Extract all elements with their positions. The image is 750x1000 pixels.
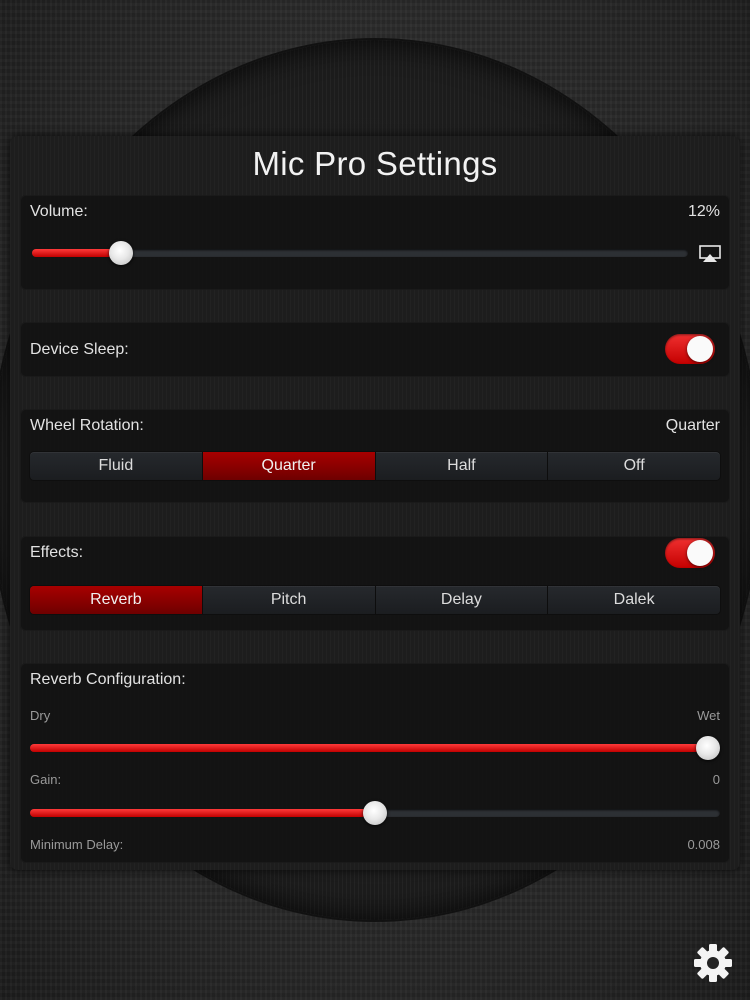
volume-label: Volume: bbox=[30, 203, 88, 220]
wheel-rotation-option-quarter[interactable]: Quarter bbox=[202, 452, 376, 480]
effects-option-dalek[interactable]: Dalek bbox=[548, 586, 720, 614]
wheel-rotation-option-off[interactable]: Off bbox=[548, 452, 720, 480]
device-sleep-toggle[interactable] bbox=[665, 334, 715, 364]
volume-card: Volume: 12% bbox=[20, 195, 730, 290]
page-title: Mic Pro Settings bbox=[252, 145, 498, 182]
volume-value: 12% bbox=[687, 203, 720, 220]
volume-slider-thumb[interactable] bbox=[108, 241, 133, 265]
wheel-rotation-label: Wheel Rotation: bbox=[30, 417, 144, 434]
wet-label: Wet bbox=[697, 708, 720, 723]
device-sleep-label: Device Sleep: bbox=[30, 341, 129, 358]
wheel-rotation-card: Wheel Rotation: Quarter Fluid Quarter Ha… bbox=[20, 409, 730, 503]
effects-option-pitch[interactable]: Pitch bbox=[203, 586, 376, 614]
gain-label: Gain: bbox=[30, 772, 62, 787]
wheel-rotation-value: Quarter bbox=[665, 417, 720, 434]
effects-label: Effects: bbox=[30, 544, 84, 561]
effects-card: Effects: Reverb Pitch Delay Dalek bbox=[20, 536, 730, 631]
reverb-config-card: Reverb Configuration: Dry Wet Gain: 0 Mi… bbox=[20, 663, 730, 863]
gain-slider-fill bbox=[30, 809, 375, 817]
device-sleep-card: Device Sleep: bbox=[20, 322, 730, 377]
wheel-rotation-segmented-control: Fluid Quarter Half Off bbox=[30, 452, 720, 480]
dry-wet-slider[interactable] bbox=[30, 736, 720, 760]
effects-option-delay[interactable]: Delay bbox=[376, 586, 549, 614]
effects-toggle-knob bbox=[687, 540, 713, 566]
minimum-delay-label: Minimum Delay: bbox=[30, 837, 124, 852]
reverb-config-label: Reverb Configuration: bbox=[30, 671, 186, 688]
minimum-delay-value: 0.008 bbox=[687, 837, 720, 852]
gain-slider-thumb[interactable] bbox=[363, 801, 387, 825]
gear-icon[interactable] bbox=[692, 942, 734, 984]
dry-wet-slider-thumb[interactable] bbox=[696, 736, 720, 760]
dry-label: Dry bbox=[30, 708, 51, 723]
wheel-rotation-option-half[interactable]: Half bbox=[376, 452, 549, 480]
wheel-rotation-option-fluid[interactable]: Fluid bbox=[30, 452, 203, 480]
device-sleep-toggle-knob bbox=[687, 336, 713, 362]
effects-segmented-control: Reverb Pitch Delay Dalek bbox=[30, 586, 720, 614]
gain-slider[interactable] bbox=[30, 801, 720, 825]
dry-wet-slider-fill bbox=[30, 744, 708, 752]
gain-value: 0 bbox=[712, 772, 720, 787]
volume-slider[interactable] bbox=[32, 241, 688, 265]
effects-toggle[interactable] bbox=[665, 538, 715, 568]
effects-option-reverb[interactable]: Reverb bbox=[30, 586, 203, 614]
airplay-icon[interactable] bbox=[699, 245, 721, 263]
volume-slider-fill bbox=[32, 249, 121, 257]
